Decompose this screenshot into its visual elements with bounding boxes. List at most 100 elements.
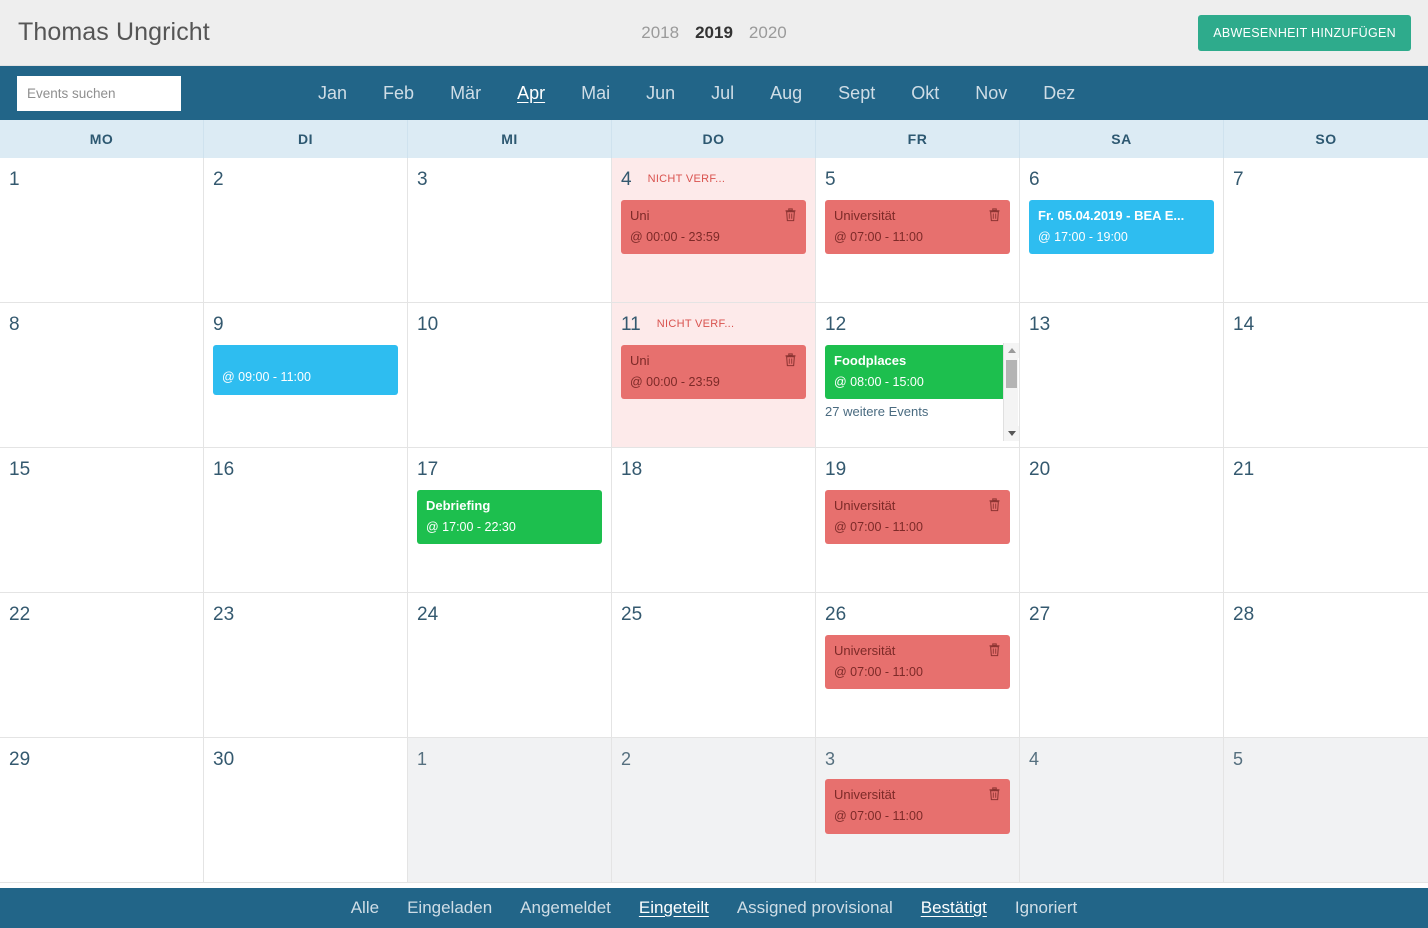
day-cell[interactable]: 16: [204, 448, 408, 593]
scrollbar-thumb[interactable]: [1006, 360, 1017, 388]
day-cell[interactable]: 30: [204, 738, 408, 883]
day-cell[interactable]: 3: [408, 158, 612, 303]
day-cell[interactable]: 15: [0, 448, 204, 593]
event-chip[interactable]: @ 09:00 - 11:00: [213, 345, 398, 395]
trash-icon[interactable]: [988, 498, 1001, 512]
event-chip[interactable]: Foodplaces @ 08:00 - 15:00: [825, 345, 1010, 400]
event-title: Foodplaces: [834, 353, 907, 368]
day-cell[interactable]: 4: [1020, 738, 1224, 883]
day-cell[interactable]: 28: [1224, 593, 1428, 738]
month-tab-mär[interactable]: Mär: [432, 83, 499, 104]
trash-icon[interactable]: [784, 353, 797, 367]
filter-angemeldet[interactable]: Angemeldet: [506, 898, 625, 918]
year-2020[interactable]: 2020: [749, 23, 787, 43]
trash-icon[interactable]: [784, 208, 797, 222]
day-cell[interactable]: 4 NICHT VERF... Uni @ 00:00 - 23:59: [612, 158, 816, 303]
event-chip[interactable]: Uni @ 00:00 - 23:59: [621, 200, 806, 255]
year-2019[interactable]: 2019: [695, 23, 733, 43]
day-cell[interactable]: 20: [1020, 448, 1224, 593]
filter-eingeteilt[interactable]: Eingeteilt: [625, 898, 723, 918]
day-number: 25: [621, 604, 643, 625]
month-tab-mai[interactable]: Mai: [563, 83, 628, 104]
month-tab-aug[interactable]: Aug: [752, 83, 820, 104]
day-cell[interactable]: 14: [1224, 303, 1428, 448]
day-events: Universität @ 07:00 - 11:00: [825, 490, 1010, 545]
day-cell[interactable]: 3 Universität @ 07:00 - 11:00: [816, 738, 1020, 883]
day-events: Universität @ 07:00 - 11:00: [825, 200, 1010, 255]
filter-eingeladen[interactable]: Eingeladen: [393, 898, 506, 918]
day-cell[interactable]: 1: [408, 738, 612, 883]
event-time: @ 00:00 - 23:59: [630, 229, 720, 244]
month-tab-apr[interactable]: Apr: [499, 83, 563, 104]
trash-icon[interactable]: [988, 643, 1001, 657]
event-chip[interactable]: Universität @ 07:00 - 11:00: [825, 779, 1010, 834]
event-chip[interactable]: Universität @ 07:00 - 11:00: [825, 635, 1010, 690]
event-chip[interactable]: Universität @ 07:00 - 11:00: [825, 490, 1010, 545]
add-absence-button[interactable]: ABWESENHEIT HINZUFÜGEN: [1198, 14, 1411, 51]
scroll-up-arrow-icon[interactable]: [1004, 343, 1019, 358]
scroll-down-arrow-icon[interactable]: [1004, 426, 1019, 441]
day-cell[interactable]: 26 Universität @ 07:00 - 11:00: [816, 593, 1020, 738]
day-cell[interactable]: 21: [1224, 448, 1428, 593]
day-cell[interactable]: 6 Fr. 05.04.2019 - BEA E... @ 17:00 - 19:0…: [1020, 158, 1224, 303]
event-chip[interactable]: Uni @ 00:00 - 23:59: [621, 345, 806, 400]
weekday-header-do: DO: [612, 120, 816, 158]
day-cell[interactable]: 2: [612, 738, 816, 883]
filter-bestätigt[interactable]: Bestätigt: [907, 898, 1001, 918]
filter-alle[interactable]: Alle: [337, 898, 393, 918]
month-tab-dez[interactable]: Dez: [1025, 83, 1093, 104]
day-number: 4: [621, 169, 632, 190]
day-cell[interactable]: 1: [0, 158, 204, 303]
day-cell[interactable]: 18: [612, 448, 816, 593]
day-cell[interactable]: 29: [0, 738, 204, 883]
event-title: Fr. 05.04.2019 - BEA E...: [1038, 208, 1185, 223]
day-cell[interactable]: 24: [408, 593, 612, 738]
day-events: Universität @ 07:00 - 11:00: [825, 635, 1010, 690]
day-number: 5: [825, 169, 836, 190]
day-number: 15: [9, 459, 31, 480]
event-chip[interactable]: Universität @ 07:00 - 11:00: [825, 200, 1010, 255]
event-chip[interactable]: Debriefing @ 17:00 - 22:30: [417, 490, 602, 545]
month-tab-jan[interactable]: Jan: [300, 83, 365, 104]
event-time: @ 07:00 - 11:00: [834, 808, 923, 823]
day-cell[interactable]: 5 Universität @ 07:00 - 11:00: [816, 158, 1020, 303]
filter-assigned-provisional[interactable]: Assigned provisional: [723, 898, 907, 918]
filter-ignoriert[interactable]: Ignoriert: [1001, 898, 1091, 918]
month-tab-okt[interactable]: Okt: [893, 83, 957, 104]
month-tab-nov[interactable]: Nov: [957, 83, 1025, 104]
day-cell[interactable]: 13: [1020, 303, 1224, 448]
day-cell[interactable]: 17 Debriefing @ 17:00 - 22:30: [408, 448, 612, 593]
day-cell[interactable]: 10: [408, 303, 612, 448]
day-cell[interactable]: 7: [1224, 158, 1428, 303]
weekday-header-mi: MI: [408, 120, 612, 158]
day-number: 13: [1029, 314, 1051, 335]
event-chip[interactable]: Fr. 05.04.2019 - BEA E... @ 17:00 - 19:00: [1029, 200, 1214, 255]
trash-icon[interactable]: [988, 787, 1001, 801]
day-cell[interactable]: 22: [0, 593, 204, 738]
day-number: 1: [9, 169, 20, 190]
month-tab-jun[interactable]: Jun: [628, 83, 693, 104]
month-tab-feb[interactable]: Feb: [365, 83, 432, 104]
day-events-scrollbar[interactable]: [1003, 343, 1019, 441]
day-cell[interactable]: 2: [204, 158, 408, 303]
day-cell[interactable]: 8: [0, 303, 204, 448]
search-input[interactable]: [17, 75, 181, 111]
day-cell[interactable]: 11 NICHT VERF... Uni @ 00:00 - 23:59: [612, 303, 816, 448]
month-tab-jul[interactable]: Jul: [693, 83, 752, 104]
day-number: 2: [621, 749, 632, 769]
weekday-header-fr: FR: [816, 120, 1020, 158]
day-cell[interactable]: 23: [204, 593, 408, 738]
year-2018[interactable]: 2018: [641, 23, 679, 43]
calendar-grid: 1 2 3 4 NICHT VERF... Uni @ 00:00 - 23:59 5 Univ…: [0, 158, 1428, 883]
event-title: Universität: [834, 787, 896, 803]
day-cell[interactable]: 5: [1224, 738, 1428, 883]
day-cell[interactable]: 19 Universität @ 07:00 - 11:00: [816, 448, 1020, 593]
more-events-link[interactable]: 27 weitere Events: [825, 404, 1010, 419]
day-number: 21: [1233, 459, 1255, 480]
day-cell[interactable]: 27: [1020, 593, 1224, 738]
day-cell[interactable]: 9 @ 09:00 - 11:00: [204, 303, 408, 448]
trash-icon[interactable]: [988, 208, 1001, 222]
day-cell[interactable]: 12 Foodplaces @ 08:00 - 15:00 27 weitere Ev…: [816, 303, 1020, 448]
month-tab-sept[interactable]: Sept: [820, 83, 893, 104]
day-cell[interactable]: 25: [612, 593, 816, 738]
